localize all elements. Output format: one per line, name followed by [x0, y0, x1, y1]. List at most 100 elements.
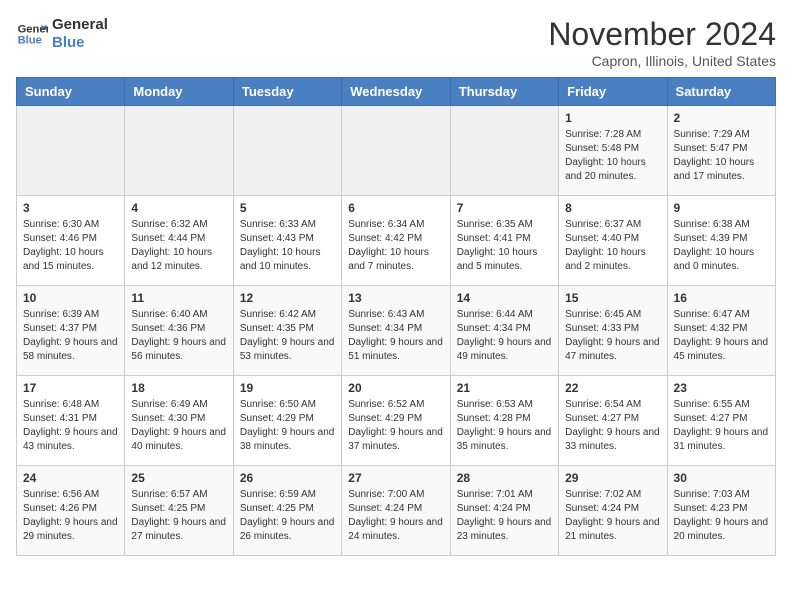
- calendar-cell: 10 Sunrise: 6:39 AM Sunset: 4:37 PM Dayli…: [17, 286, 125, 376]
- calendar-cell: 18 Sunrise: 6:49 AM Sunset: 4:30 PM Dayli…: [125, 376, 233, 466]
- day-number: 4: [131, 201, 226, 215]
- day-number: 19: [240, 381, 335, 395]
- calendar-cell: 1Sunrise: 7:28 AM Sunset: 5:48 PM Daylig…: [559, 106, 667, 196]
- day-number: 28: [457, 471, 552, 485]
- calendar-cell: 15 Sunrise: 6:45 AM Sunset: 4:33 PM Dayli…: [559, 286, 667, 376]
- calendar-cell: 5Sunrise: 6:33 AM Sunset: 4:43 PM Daylig…: [233, 196, 341, 286]
- day-info: Sunrise: 7:29 AM Sunset: 5:47 PM Dayligh…: [674, 128, 769, 184]
- calendar-cell: 27 Sunrise: 7:00 AM Sunset: 4:24 PM Dayli…: [342, 466, 450, 556]
- calendar-cell: 26 Sunrise: 6:59 AM Sunset: 4:25 PM Dayli…: [233, 466, 341, 556]
- calendar-cell: 9 Sunrise: 6:38 AM Sunset: 4:39 PM Daylig…: [667, 196, 775, 286]
- weekday-header: Sunday: [17, 78, 125, 106]
- calendar-cell: 30Sunrise: 7:03 AM Sunset: 4:23 PM Dayli…: [667, 466, 775, 556]
- day-number: 6: [348, 201, 443, 215]
- calendar-header: SundayMondayTuesdayWednesdayThursdayFrid…: [17, 78, 776, 106]
- day-info: Sunrise: 6:50 AM Sunset: 4:29 PM Dayligh…: [240, 398, 335, 454]
- day-number: 24: [23, 471, 118, 485]
- day-number: 3: [23, 201, 118, 215]
- calendar-cell: [342, 106, 450, 196]
- day-number: 21: [457, 381, 552, 395]
- day-info: Sunrise: 6:38 AM Sunset: 4:39 PM Dayligh…: [674, 218, 769, 274]
- day-number: 15: [565, 291, 660, 305]
- day-number: 27: [348, 471, 443, 485]
- day-info: Sunrise: 6:47 AM Sunset: 4:32 PM Dayligh…: [674, 308, 769, 364]
- day-info: Sunrise: 6:33 AM Sunset: 4:43 PM Dayligh…: [240, 218, 335, 274]
- calendar-table: SundayMondayTuesdayWednesdayThursdayFrid…: [16, 77, 776, 556]
- weekday-header-row: SundayMondayTuesdayWednesdayThursdayFrid…: [17, 78, 776, 106]
- day-info: Sunrise: 7:03 AM Sunset: 4:23 PM Dayligh…: [674, 488, 769, 544]
- calendar-cell: 3 Sunrise: 6:30 AM Sunset: 4:46 PM Daylig…: [17, 196, 125, 286]
- calendar-week-row: 24 Sunrise: 6:56 AM Sunset: 4:26 PM Dayli…: [17, 466, 776, 556]
- day-number: 17: [23, 381, 118, 395]
- day-number: 23: [674, 381, 769, 395]
- day-info: Sunrise: 6:57 AM Sunset: 4:25 PM Dayligh…: [131, 488, 226, 544]
- subtitle: Capron, Illinois, United States: [548, 53, 776, 69]
- day-info: Sunrise: 6:45 AM Sunset: 4:33 PM Dayligh…: [565, 308, 660, 364]
- calendar-week-row: 17 Sunrise: 6:48 AM Sunset: 4:31 PM Dayli…: [17, 376, 776, 466]
- day-info: Sunrise: 6:32 AM Sunset: 4:44 PM Dayligh…: [131, 218, 226, 274]
- day-number: 25: [131, 471, 226, 485]
- day-info: Sunrise: 6:53 AM Sunset: 4:28 PM Dayligh…: [457, 398, 552, 454]
- day-info: Sunrise: 6:54 AM Sunset: 4:27 PM Dayligh…: [565, 398, 660, 454]
- day-number: 10: [23, 291, 118, 305]
- day-info: Sunrise: 6:49 AM Sunset: 4:30 PM Dayligh…: [131, 398, 226, 454]
- calendar-cell: 25 Sunrise: 6:57 AM Sunset: 4:25 PM Dayli…: [125, 466, 233, 556]
- svg-text:Blue: Blue: [18, 35, 42, 47]
- day-info: Sunrise: 6:42 AM Sunset: 4:35 PM Dayligh…: [240, 308, 335, 364]
- calendar-cell: 19 Sunrise: 6:50 AM Sunset: 4:29 PM Dayli…: [233, 376, 341, 466]
- calendar-week-row: 1Sunrise: 7:28 AM Sunset: 5:48 PM Daylig…: [17, 106, 776, 196]
- day-info: Sunrise: 6:52 AM Sunset: 4:29 PM Dayligh…: [348, 398, 443, 454]
- day-number: 14: [457, 291, 552, 305]
- calendar-cell: 8 Sunrise: 6:37 AM Sunset: 4:40 PM Daylig…: [559, 196, 667, 286]
- day-number: 1: [565, 111, 660, 125]
- day-info: Sunrise: 6:56 AM Sunset: 4:26 PM Dayligh…: [23, 488, 118, 544]
- logo-general: General: [52, 16, 108, 34]
- logo-icon: General Blue: [16, 18, 48, 50]
- day-info: Sunrise: 6:37 AM Sunset: 4:40 PM Dayligh…: [565, 218, 660, 274]
- calendar-body: 1Sunrise: 7:28 AM Sunset: 5:48 PM Daylig…: [17, 106, 776, 556]
- calendar-cell: 2Sunrise: 7:29 AM Sunset: 5:47 PM Daylig…: [667, 106, 775, 196]
- calendar-cell: 28 Sunrise: 7:01 AM Sunset: 4:24 PM Dayli…: [450, 466, 558, 556]
- day-number: 26: [240, 471, 335, 485]
- weekday-header: Wednesday: [342, 78, 450, 106]
- calendar-cell: 20 Sunrise: 6:52 AM Sunset: 4:29 PM Dayli…: [342, 376, 450, 466]
- weekday-header: Tuesday: [233, 78, 341, 106]
- calendar-cell: 16 Sunrise: 6:47 AM Sunset: 4:32 PM Dayli…: [667, 286, 775, 376]
- day-info: Sunrise: 6:44 AM Sunset: 4:34 PM Dayligh…: [457, 308, 552, 364]
- calendar-cell: 23Sunrise: 6:55 AM Sunset: 4:27 PM Dayli…: [667, 376, 775, 466]
- calendar-cell: 17 Sunrise: 6:48 AM Sunset: 4:31 PM Dayli…: [17, 376, 125, 466]
- day-number: 20: [348, 381, 443, 395]
- calendar-cell: 4 Sunrise: 6:32 AM Sunset: 4:44 PM Daylig…: [125, 196, 233, 286]
- day-info: Sunrise: 6:30 AM Sunset: 4:46 PM Dayligh…: [23, 218, 118, 274]
- calendar-cell: 13 Sunrise: 6:43 AM Sunset: 4:34 PM Dayli…: [342, 286, 450, 376]
- calendar-cell: 24 Sunrise: 6:56 AM Sunset: 4:26 PM Dayli…: [17, 466, 125, 556]
- calendar-cell: 11Sunrise: 6:40 AM Sunset: 4:36 PM Dayli…: [125, 286, 233, 376]
- day-info: Sunrise: 6:39 AM Sunset: 4:37 PM Dayligh…: [23, 308, 118, 364]
- day-info: Sunrise: 6:48 AM Sunset: 4:31 PM Dayligh…: [23, 398, 118, 454]
- calendar-cell: 21 Sunrise: 6:53 AM Sunset: 4:28 PM Dayli…: [450, 376, 558, 466]
- day-info: Sunrise: 6:40 AM Sunset: 4:36 PM Dayligh…: [131, 308, 226, 364]
- calendar-week-row: 10 Sunrise: 6:39 AM Sunset: 4:37 PM Dayli…: [17, 286, 776, 376]
- calendar-cell: [125, 106, 233, 196]
- calendar-cell: [17, 106, 125, 196]
- day-info: Sunrise: 6:43 AM Sunset: 4:34 PM Dayligh…: [348, 308, 443, 364]
- day-info: Sunrise: 7:01 AM Sunset: 4:24 PM Dayligh…: [457, 488, 552, 544]
- day-number: 13: [348, 291, 443, 305]
- day-number: 16: [674, 291, 769, 305]
- calendar-cell: 29Sunrise: 7:02 AM Sunset: 4:24 PM Dayli…: [559, 466, 667, 556]
- day-info: Sunrise: 6:59 AM Sunset: 4:25 PM Dayligh…: [240, 488, 335, 544]
- day-number: 29: [565, 471, 660, 485]
- day-info: Sunrise: 7:00 AM Sunset: 4:24 PM Dayligh…: [348, 488, 443, 544]
- day-number: 9: [674, 201, 769, 215]
- calendar-cell: [450, 106, 558, 196]
- header: General Blue General Blue November 2024 …: [16, 16, 776, 69]
- day-info: Sunrise: 6:35 AM Sunset: 4:41 PM Dayligh…: [457, 218, 552, 274]
- day-number: 8: [565, 201, 660, 215]
- calendar-cell: [233, 106, 341, 196]
- day-number: 18: [131, 381, 226, 395]
- calendar-cell: 22Sunrise: 6:54 AM Sunset: 4:27 PM Dayli…: [559, 376, 667, 466]
- day-number: 12: [240, 291, 335, 305]
- month-title: November 2024: [548, 16, 776, 53]
- weekday-header: Saturday: [667, 78, 775, 106]
- calendar-cell: 12 Sunrise: 6:42 AM Sunset: 4:35 PM Dayli…: [233, 286, 341, 376]
